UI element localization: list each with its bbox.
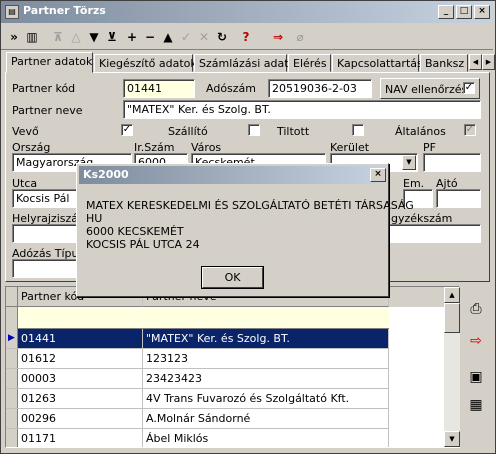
dialog-message-line: KOCSIS PÁL UTCA 24 xyxy=(86,238,200,251)
scroll-up-icon[interactable]: ▲ xyxy=(444,287,460,303)
nav-ellenorzes-button[interactable]: NAV ellenőrzés ✓ xyxy=(380,78,480,99)
filter-icon[interactable]: ▦ xyxy=(464,392,488,418)
tab-scroll-left-icon[interactable]: ◀ xyxy=(469,54,482,70)
cegjegyzekszam-field[interactable] xyxy=(388,224,481,243)
row-kod: 01612 xyxy=(18,349,143,368)
vevo-label: Vevő xyxy=(12,125,39,138)
filter-row-indicator xyxy=(6,307,18,329)
ok-button[interactable]: OK xyxy=(201,266,264,289)
partner-grid: Partner kód Partner neve ▶ 01441 "MATEX"… xyxy=(5,286,460,448)
window-title: Partner Törzs xyxy=(23,4,106,17)
scroll-down-icon[interactable]: ▼ xyxy=(444,431,460,447)
table-row[interactable]: 01612 123123 xyxy=(6,349,389,369)
nav-ellenorzes-label: NAV ellenőrzés xyxy=(385,83,468,96)
tiltott-checkbox[interactable] xyxy=(352,124,364,136)
cancel-icon[interactable]: ✕ xyxy=(195,28,213,46)
adoszam-label: Adószám xyxy=(206,82,257,95)
row-indicator xyxy=(6,349,18,368)
add-icon[interactable]: + xyxy=(123,28,141,46)
row-nev: "MATEX" Ker. és Szolg. BT. xyxy=(143,329,389,348)
row-indicator xyxy=(6,389,18,408)
layout-icon[interactable]: ▣ xyxy=(464,364,488,390)
nav-checkbox[interactable]: ✓ xyxy=(463,82,475,94)
row-kod: 00003 xyxy=(18,369,143,388)
dialog-message-line: 6000 KECSKEMÉT xyxy=(86,225,184,238)
query-icon[interactable]: ? xyxy=(237,28,255,46)
confirm-icon[interactable]: ✓ xyxy=(177,28,195,46)
row-indicator xyxy=(6,369,18,388)
table-row[interactable]: 01263 4V Trans Fuvarozó és Szolgáltató K… xyxy=(6,389,389,409)
message-dialog: Ks2000 × MATEX KERESKEDELMI ÉS SZOLGÁLTA… xyxy=(76,163,414,297)
row-indicator xyxy=(6,429,18,447)
szallito-checkbox[interactable] xyxy=(248,124,260,136)
row-nev: 23423423 xyxy=(143,369,389,388)
table-row[interactable]: 00003 23423423 xyxy=(6,369,389,389)
adozas-tipus-field[interactable] xyxy=(12,259,82,278)
szallito-label: Szállító xyxy=(168,125,208,138)
row-indicator xyxy=(6,409,18,428)
table-row[interactable]: 01171 Ábel Miklós xyxy=(6,429,389,447)
expand-icon[interactable]: » xyxy=(5,28,23,46)
dialog-message-line: HU xyxy=(86,212,103,225)
up-icon[interactable]: ▲ xyxy=(159,28,177,46)
attach-icon[interactable]: ⌀ xyxy=(291,28,309,46)
ajto-field[interactable] xyxy=(436,189,481,208)
scroll-thumb[interactable] xyxy=(444,303,460,333)
table-row[interactable]: 00296 A.Molnár Sándorné xyxy=(6,409,389,429)
prev-icon[interactable]: △ xyxy=(67,28,85,46)
partner-kod-label: Partner kód xyxy=(12,82,76,95)
tiltott-label: Tiltott xyxy=(277,125,310,138)
pf-field[interactable] xyxy=(423,153,481,172)
row-nev: 123123 xyxy=(143,349,389,368)
row-kod: 01171 xyxy=(18,429,143,447)
helyrajziszam-field[interactable] xyxy=(12,224,82,243)
print-icon[interactable]: ⎙ xyxy=(464,296,488,322)
dialog-message-line: MATEX KERESKEDELMI ÉS SZOLGÁLTATÓ BETÉTI… xyxy=(86,199,414,212)
title-bar[interactable]: ▤ Partner Törzs _ □ × xyxy=(1,1,493,23)
filter-row[interactable] xyxy=(18,307,389,329)
tab-banksz[interactable]: Banksz xyxy=(420,54,468,72)
grid-icon[interactable]: ▥ xyxy=(23,28,41,46)
grid-scrollbar[interactable]: ▲ ▼ xyxy=(444,287,460,447)
partner-neve-label: Partner neve xyxy=(12,104,83,117)
next-icon[interactable]: ▼ xyxy=(85,28,103,46)
toolbar: » ▥ ⊼ △ ▼ ⊻ + − ▲ ✓ ✕ ↻ ? ⇒ ⌀ xyxy=(1,24,493,50)
tab-eleres[interactable]: Elérés xyxy=(288,54,331,72)
row-nev: 4V Trans Fuvarozó és Szolgáltató Kft. xyxy=(143,389,389,408)
tab-kapcsolattartas[interactable]: Kapcsolattartás xyxy=(332,54,423,72)
last-icon[interactable]: ⊻ xyxy=(103,28,121,46)
delete-icon[interactable]: − xyxy=(141,28,159,46)
adoszam-field[interactable]: 20519036-2-03 xyxy=(268,79,372,98)
table-row[interactable]: ▶ 01441 "MATEX" Ker. és Szolg. BT. xyxy=(6,329,389,349)
close-icon[interactable]: × xyxy=(474,5,490,19)
export-icon[interactable]: ⇒ xyxy=(269,28,287,46)
minimize-icon[interactable]: _ xyxy=(438,5,454,19)
refresh-icon[interactable]: ↻ xyxy=(213,28,231,46)
row-kod: 01441 xyxy=(18,329,143,348)
export-doc-icon[interactable]: ⇨ xyxy=(464,328,488,354)
grid-side-toolbar: ⎙ ⇨ ▣ ▦ xyxy=(462,286,490,448)
chevron-down-icon[interactable]: ▼ xyxy=(402,155,416,170)
vevo-checkbox[interactable]: ✓ xyxy=(121,124,133,136)
dialog-title-bar[interactable]: Ks2000 × xyxy=(79,166,386,184)
partner-neve-field[interactable]: "MATEX" Ker. és Szolg. BT. xyxy=(123,100,481,119)
row-kod: 00296 xyxy=(18,409,143,428)
row-nev: Ábel Miklós xyxy=(143,429,389,447)
current-row-icon: ▶ xyxy=(6,329,18,348)
tab-partner-adatok[interactable]: Partner adatok xyxy=(6,52,93,73)
tab-kiegeszito-adatok[interactable]: Kiegészítő adatok xyxy=(94,54,197,72)
row-kod: 01263 xyxy=(18,389,143,408)
partner-kod-field[interactable]: 01441 xyxy=(123,79,195,98)
tab-szamlazasi-adatok[interactable]: Számlázási adatok xyxy=(194,54,302,72)
first-icon[interactable]: ⊼ xyxy=(49,28,67,46)
row-nev: A.Molnár Sándorné xyxy=(143,409,389,428)
app-icon: ▤ xyxy=(5,5,19,19)
altalanos-label: Általános xyxy=(395,125,446,138)
dialog-close-icon[interactable]: × xyxy=(370,168,386,182)
tab-scroll-right-icon[interactable]: ▶ xyxy=(482,54,495,70)
dialog-title: Ks2000 xyxy=(83,168,129,181)
altalanos-checkbox[interactable]: ✓ xyxy=(464,124,476,136)
header-indicator xyxy=(6,287,18,307)
maximize-icon[interactable]: □ xyxy=(456,5,472,19)
